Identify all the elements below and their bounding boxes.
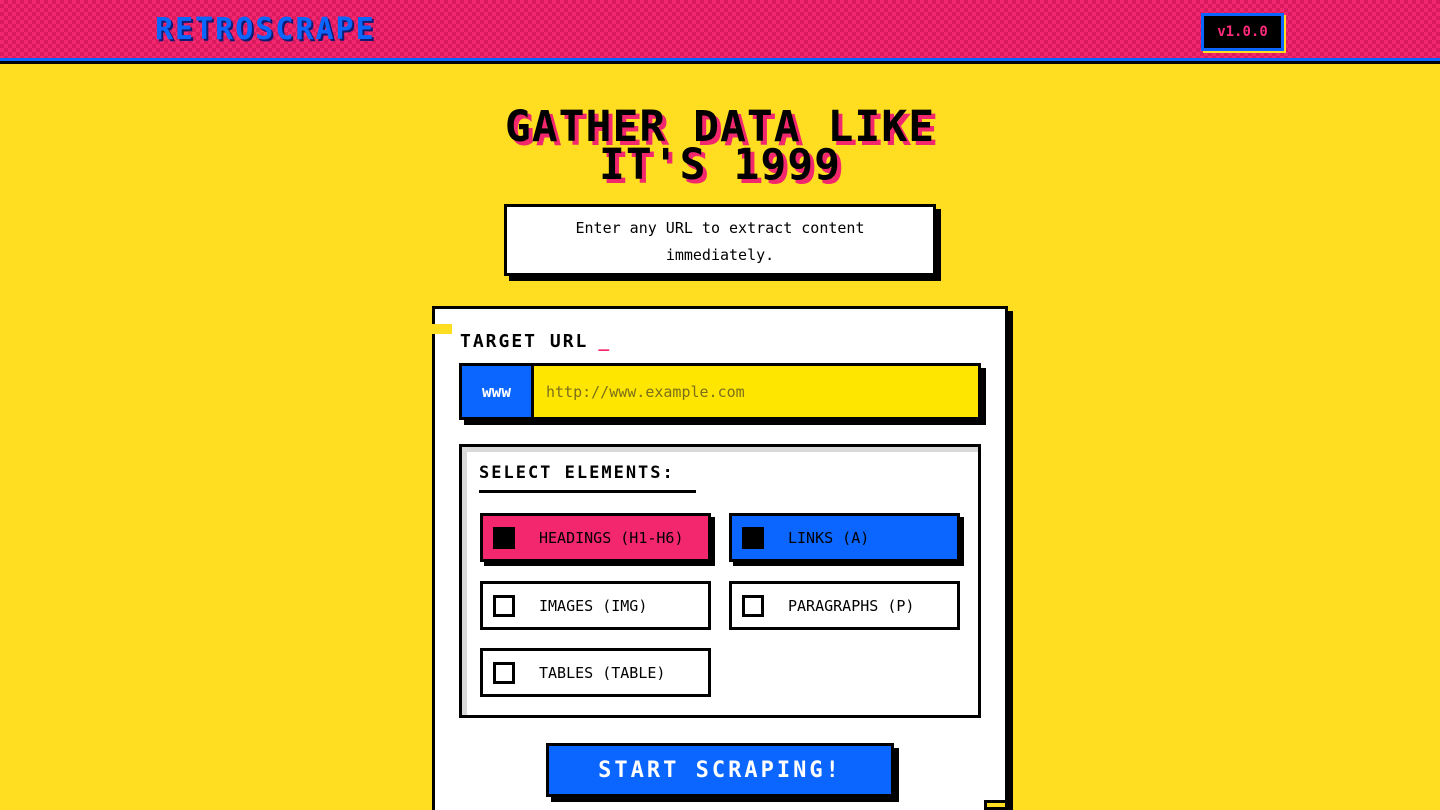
- version-badge: v1.0.0: [1201, 13, 1284, 51]
- links-checkbox[interactable]: [742, 526, 764, 549]
- header-divider-black: [0, 61, 1440, 64]
- option-images[interactable]: IMAGES (IMG): [480, 581, 711, 630]
- blinking-cursor: _: [598, 331, 612, 352]
- select-elements-underline: [479, 490, 696, 493]
- option-tables-label: TABLES (TABLE): [539, 663, 666, 682]
- target-url-text: TARGET URL: [460, 331, 589, 352]
- option-links[interactable]: LINKS (A): [729, 513, 960, 562]
- target-url-label: TARGET URL _: [460, 331, 611, 352]
- card-notch: [430, 324, 452, 334]
- url-input-group: www: [459, 363, 981, 420]
- card-corner-block: [984, 800, 1008, 810]
- option-links-label: LINKS (A): [788, 528, 870, 547]
- select-elements-title: SELECT ELEMENTS:: [479, 463, 675, 483]
- paragraphs-checkbox[interactable]: [742, 594, 764, 617]
- subtitle-box: Enter any URL to extract content immedia…: [504, 204, 936, 276]
- www-prefix: www: [462, 366, 534, 417]
- url-input[interactable]: [534, 366, 978, 417]
- option-tables[interactable]: TABLES (TABLE): [480, 648, 711, 697]
- start-scraping-button[interactable]: START SCRAPING!: [546, 743, 894, 797]
- hero-title: GATHER DATA LIKE IT'S 1999: [370, 106, 1070, 190]
- option-paragraphs[interactable]: PARAGRAPHS (P): [729, 581, 960, 630]
- option-headings-label: HEADINGS (H1-H6): [539, 528, 684, 547]
- images-checkbox[interactable]: [493, 594, 515, 617]
- headings-checkbox[interactable]: [493, 526, 515, 549]
- option-headings[interactable]: HEADINGS (H1-H6): [480, 513, 711, 562]
- hero-title-line2: IT'S 1999: [599, 140, 841, 190]
- option-paragraphs-label: PARAGRAPHS (P): [788, 596, 915, 615]
- tables-checkbox[interactable]: [493, 661, 515, 684]
- app-logo[interactable]: RETROSCRAPE: [155, 12, 376, 47]
- option-images-label: IMAGES (IMG): [539, 596, 648, 615]
